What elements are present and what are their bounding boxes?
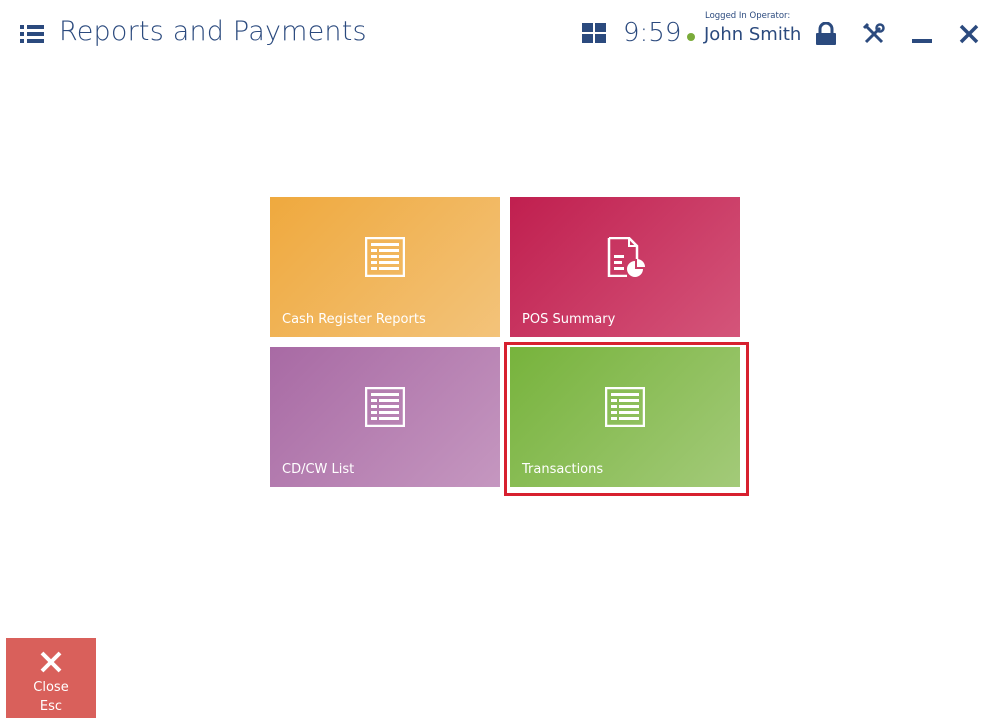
clock: 9:59 bbox=[623, 18, 682, 48]
operator-label: Logged In Operator: bbox=[705, 11, 791, 21]
tile-label: POS Summary bbox=[522, 312, 616, 327]
tile-label: CD/CW List bbox=[282, 462, 355, 477]
close-button[interactable]: Close Esc bbox=[6, 638, 96, 718]
close-shortcut: Esc bbox=[39, 699, 63, 714]
tile-label: Cash Register Reports bbox=[282, 312, 426, 327]
list-icon bbox=[365, 387, 405, 427]
menu-icon[interactable] bbox=[20, 24, 44, 44]
tile-transactions[interactable]: Transactions bbox=[510, 347, 740, 487]
tile-cd-cw-list[interactable]: CD/CW List bbox=[270, 347, 500, 487]
header-bar: Reports and Payments 9:59 Logged In Oper… bbox=[0, 0, 998, 70]
close-icon[interactable] bbox=[958, 22, 980, 46]
close-x-icon bbox=[40, 651, 62, 673]
list-icon bbox=[605, 387, 645, 427]
page-title: Reports and Payments bbox=[59, 16, 367, 47]
close-label: Close bbox=[33, 680, 69, 695]
status-dot bbox=[687, 33, 695, 41]
tile-cash-register-reports[interactable]: Cash Register Reports bbox=[270, 197, 500, 337]
document-chart-icon bbox=[607, 237, 645, 277]
list-icon bbox=[365, 237, 405, 277]
tools-icon[interactable] bbox=[862, 22, 886, 46]
tile-pos-summary[interactable]: POS Summary bbox=[510, 197, 740, 337]
tile-label: Transactions bbox=[522, 462, 604, 477]
lock-icon[interactable] bbox=[815, 22, 837, 46]
grid-icon[interactable] bbox=[582, 23, 606, 43]
minimize-icon[interactable] bbox=[911, 22, 933, 46]
operator-name: John Smith bbox=[704, 24, 802, 45]
